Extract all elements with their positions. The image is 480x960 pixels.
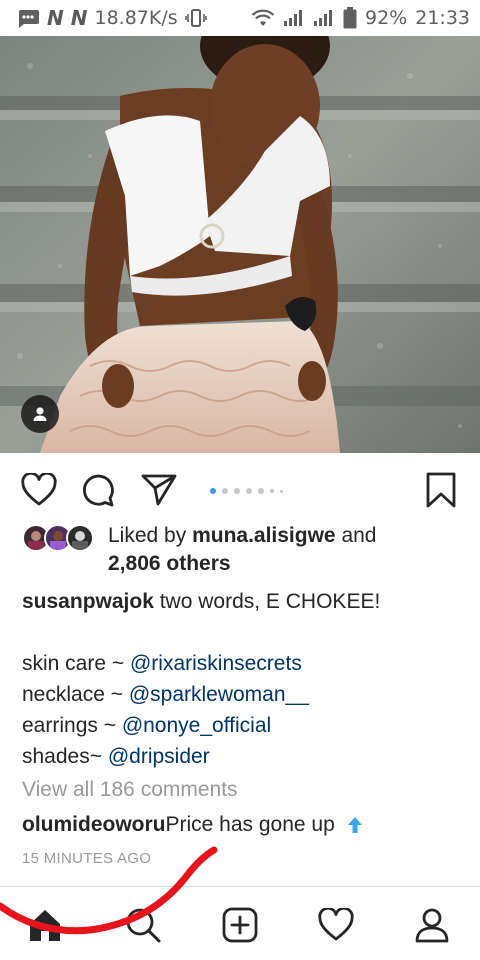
likes-prefix: Liked by	[108, 524, 193, 547]
battery-percent: 92%	[365, 7, 408, 29]
caption-username[interactable]: susanpwajok	[22, 590, 154, 613]
network-speed: 18.87K/s	[94, 7, 178, 29]
vibrate-icon	[184, 8, 207, 28]
post-timestamp: 15 MINUTES AGO	[22, 850, 152, 867]
signal-icon	[283, 8, 305, 28]
likes-others[interactable]: 2,806 others	[108, 552, 231, 575]
comment-text: Price has gone up	[165, 813, 335, 836]
search-icon[interactable]	[123, 905, 163, 945]
avatar	[66, 524, 94, 552]
caption-first-line: susanpwajok two words, E CHOKEE!	[22, 586, 462, 617]
battery-icon	[343, 7, 357, 29]
mention-link[interactable]: @rixariskinsecrets	[130, 652, 302, 675]
mention-link[interactable]: @sparklewoman__	[129, 683, 309, 706]
liker-avatars	[22, 524, 98, 554]
likes-text: Liked by muna.alisigwe and 2,806 others	[108, 522, 376, 578]
post-caption: susanpwajok two words, E CHOKEE! skin ca…	[22, 586, 462, 772]
likes-middle: and	[335, 524, 377, 547]
caption-credit-line: necklace ~ @sparklewoman__	[22, 679, 462, 710]
up-arrow-emoji	[347, 816, 363, 834]
photo-illustration	[0, 36, 480, 453]
person-tag-icon[interactable]	[21, 395, 59, 433]
carousel-dot	[246, 488, 252, 494]
caption-credit-line: skin care ~ @rixariskinsecrets	[22, 648, 462, 679]
carousel-dot	[270, 489, 274, 493]
status-bar: N N 18.87K/s 92% 21:33	[0, 0, 480, 36]
mention-link[interactable]: @dripsider	[108, 745, 210, 768]
bookmark-icon[interactable]	[422, 471, 460, 509]
carousel-indicator	[210, 488, 283, 494]
wifi-icon	[251, 8, 275, 28]
profile-icon[interactable]	[412, 905, 452, 945]
heart-icon[interactable]	[20, 471, 58, 509]
activity-heart-icon[interactable]	[316, 905, 356, 945]
caption-credit-line: shades~ @dripsider	[22, 741, 462, 772]
view-all-comments-link[interactable]: View all 186 comments	[22, 775, 238, 805]
signal-icon	[313, 8, 335, 28]
n-notification-icon: N	[70, 6, 88, 30]
message-icon	[16, 8, 40, 28]
clock: 21:33	[415, 7, 470, 29]
n-notification-icon: N	[47, 6, 64, 30]
share-icon[interactable]	[140, 471, 178, 509]
comment-username[interactable]: olumideoworu	[22, 810, 166, 840]
carousel-dot	[280, 489, 283, 493]
home-icon[interactable]	[25, 905, 65, 945]
bottom-navigation	[0, 886, 480, 960]
credit-label: earrings ~	[22, 714, 122, 737]
post-actions	[0, 465, 480, 511]
carousel-dot	[222, 488, 228, 494]
comment-icon[interactable]	[79, 471, 117, 509]
caption-text: two words, E CHOKEE!	[153, 590, 381, 613]
post-photo[interactable]	[0, 36, 480, 453]
credit-label: necklace ~	[22, 683, 129, 706]
credit-label: shades~	[22, 745, 108, 768]
carousel-dot	[210, 488, 216, 494]
new-post-icon[interactable]	[220, 905, 260, 945]
caption-credit-line: earrings ~ @nonye_official	[22, 710, 462, 741]
liked-by-user[interactable]: muna.alisigwe	[192, 524, 336, 547]
carousel-dot	[234, 488, 240, 494]
comment-row: olumideoworu Price has gone up	[22, 810, 363, 840]
mention-link[interactable]: @nonye_official	[122, 714, 271, 737]
credit-label: skin care ~	[22, 652, 130, 675]
carousel-dot	[258, 488, 264, 494]
